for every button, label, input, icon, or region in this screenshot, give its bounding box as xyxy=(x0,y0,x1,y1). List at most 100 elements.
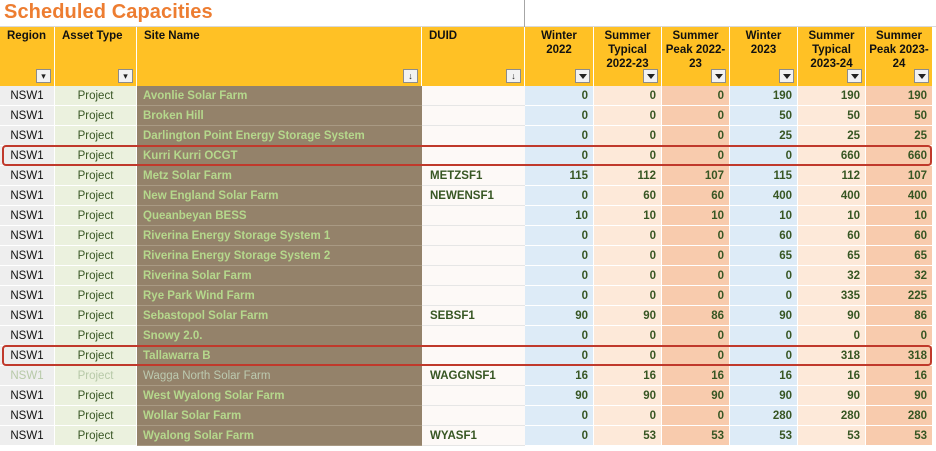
summer-typical-2023-cell[interactable]: 53 xyxy=(798,426,866,446)
winter-2022-cell[interactable]: 0 xyxy=(525,326,594,346)
summer-typical-2022-cell[interactable]: 0 xyxy=(594,126,662,146)
winter-2022-cell[interactable]: 0 xyxy=(525,286,594,306)
site-name-cell[interactable]: Riverina Energy Storage System 1 xyxy=(137,226,422,246)
winter-2022-cell[interactable]: 0 xyxy=(525,266,594,286)
summer-peak-2023-cell[interactable]: 190 xyxy=(866,86,933,106)
summer-typical-2023-cell[interactable]: 10 xyxy=(798,206,866,226)
duid-cell[interactable] xyxy=(422,286,525,306)
summer-peak-2023-cell[interactable]: 10 xyxy=(866,206,933,226)
winter-2023-cell[interactable]: 90 xyxy=(730,306,798,326)
summer-typical-2022-cell[interactable]: 0 xyxy=(594,86,662,106)
asset-type-cell[interactable]: Project xyxy=(55,266,137,286)
region-cell[interactable]: NSW1 xyxy=(0,166,55,186)
region-cell[interactable]: NSW1 xyxy=(0,206,55,226)
dropdown-arrow-icon[interactable] xyxy=(914,69,929,83)
winter-2022-cell[interactable]: 0 xyxy=(525,86,594,106)
summer-typical-2022-cell[interactable]: 112 xyxy=(594,166,662,186)
summer-peak-2022-cell[interactable]: 0 xyxy=(662,346,730,366)
duid-cell[interactable] xyxy=(422,106,525,126)
winter-2023-cell[interactable]: 50 xyxy=(730,106,798,126)
summer-typical-2023-cell[interactable]: 112 xyxy=(798,166,866,186)
summer-peak-2023-cell[interactable]: 400 xyxy=(866,186,933,206)
winter-2023-cell[interactable]: 25 xyxy=(730,126,798,146)
summer-peak-2022-cell[interactable]: 60 xyxy=(662,186,730,206)
site-name-cell[interactable]: Metz Solar Farm xyxy=(137,166,422,186)
duid-cell[interactable] xyxy=(422,406,525,426)
summer-typical-2023-cell[interactable]: 65 xyxy=(798,246,866,266)
winter-2022-cell[interactable]: 115 xyxy=(525,166,594,186)
winter-2023-cell[interactable]: 0 xyxy=(730,346,798,366)
winter-2023-cell[interactable]: 190 xyxy=(730,86,798,106)
summer-typical-2023-cell[interactable]: 660 xyxy=(798,146,866,166)
site-name-cell[interactable]: Avonlie Solar Farm xyxy=(137,86,422,106)
asset-type-cell[interactable]: Project xyxy=(55,126,137,146)
winter-2022-cell[interactable]: 0 xyxy=(525,126,594,146)
filter-active-icon[interactable]: ▾ xyxy=(118,69,133,83)
summer-peak-2023-cell[interactable]: 86 xyxy=(866,306,933,326)
summer-peak-2022-cell[interactable]: 0 xyxy=(662,286,730,306)
region-cell[interactable]: NSW1 xyxy=(0,406,55,426)
winter-2023-cell[interactable]: 115 xyxy=(730,166,798,186)
summer-peak-2022-cell[interactable]: 16 xyxy=(662,366,730,386)
region-cell[interactable]: NSW1 xyxy=(0,106,55,126)
winter-2022-cell[interactable]: 0 xyxy=(525,226,594,246)
winter-2022-cell[interactable]: 0 xyxy=(525,406,594,426)
asset-type-cell[interactable]: Project xyxy=(55,246,137,266)
summer-peak-2023-cell[interactable]: 0 xyxy=(866,326,933,346)
summer-typical-2023-cell[interactable]: 90 xyxy=(798,306,866,326)
duid-cell[interactable]: WYASF1 xyxy=(422,426,525,446)
region-cell[interactable]: NSW1 xyxy=(0,146,55,166)
site-name-cell[interactable]: Kurri Kurri OCGT xyxy=(137,146,422,166)
winter-2023-cell[interactable]: 16 xyxy=(730,366,798,386)
summer-typical-2022-cell[interactable]: 10 xyxy=(594,206,662,226)
summer-peak-2023-cell[interactable]: 16 xyxy=(866,366,933,386)
region-cell[interactable]: NSW1 xyxy=(0,246,55,266)
summer-peak-2022-cell[interactable]: 0 xyxy=(662,106,730,126)
summer-peak-2022-cell[interactable]: 10 xyxy=(662,206,730,226)
duid-cell[interactable]: METZSF1 xyxy=(422,166,525,186)
summer-typical-2022-cell[interactable]: 0 xyxy=(594,106,662,126)
summer-typical-2022-cell[interactable]: 53 xyxy=(594,426,662,446)
summer-typical-2022-cell[interactable]: 60 xyxy=(594,186,662,206)
summer-typical-2022-cell[interactable]: 90 xyxy=(594,306,662,326)
summer-typical-2023-cell[interactable]: 60 xyxy=(798,226,866,246)
winter-2022-cell[interactable]: 0 xyxy=(525,106,594,126)
region-cell[interactable]: NSW1 xyxy=(0,326,55,346)
dropdown-arrow-icon[interactable] xyxy=(847,69,862,83)
winter-2022-cell[interactable]: 0 xyxy=(525,426,594,446)
summer-peak-2023-cell[interactable]: 225 xyxy=(866,286,933,306)
site-name-cell[interactable]: Wyalong Solar Farm xyxy=(137,426,422,446)
asset-type-cell[interactable]: Project xyxy=(55,106,137,126)
dropdown-arrow-icon[interactable] xyxy=(711,69,726,83)
winter-2022-cell[interactable]: 10 xyxy=(525,206,594,226)
sort-icon[interactable]: ↓ xyxy=(506,69,521,83)
duid-cell[interactable]: NEWENSF1 xyxy=(422,186,525,206)
region-cell[interactable]: NSW1 xyxy=(0,346,55,366)
site-name-cell[interactable]: Wagga North Solar Farm xyxy=(137,366,422,386)
duid-cell[interactable]: WAGGNSF1 xyxy=(422,366,525,386)
summer-typical-2023-cell[interactable]: 25 xyxy=(798,126,866,146)
winter-2023-cell[interactable]: 65 xyxy=(730,246,798,266)
winter-2023-cell[interactable]: 10 xyxy=(730,206,798,226)
summer-typical-2023-cell[interactable]: 50 xyxy=(798,106,866,126)
region-cell[interactable]: NSW1 xyxy=(0,126,55,146)
winter-2022-cell[interactable]: 0 xyxy=(525,186,594,206)
site-name-cell[interactable]: Wollar Solar Farm xyxy=(137,406,422,426)
summer-peak-2023-cell[interactable]: 318 xyxy=(866,346,933,366)
winter-2023-cell[interactable]: 280 xyxy=(730,406,798,426)
duid-cell[interactable] xyxy=(422,346,525,366)
summer-typical-2022-cell[interactable]: 0 xyxy=(594,406,662,426)
winter-2022-cell[interactable]: 90 xyxy=(525,306,594,326)
summer-peak-2022-cell[interactable]: 90 xyxy=(662,386,730,406)
summer-typical-2022-cell[interactable]: 0 xyxy=(594,226,662,246)
winter-2022-cell[interactable]: 0 xyxy=(525,146,594,166)
summer-peak-2023-cell[interactable]: 25 xyxy=(866,126,933,146)
summer-peak-2022-cell[interactable]: 0 xyxy=(662,406,730,426)
summer-typical-2022-cell[interactable]: 0 xyxy=(594,326,662,346)
winter-2023-cell[interactable]: 90 xyxy=(730,386,798,406)
summer-typical-2023-cell[interactable]: 335 xyxy=(798,286,866,306)
summer-peak-2022-cell[interactable]: 0 xyxy=(662,266,730,286)
duid-cell[interactable] xyxy=(422,206,525,226)
sort-icon[interactable]: ↓ xyxy=(403,69,418,83)
duid-cell[interactable] xyxy=(422,146,525,166)
